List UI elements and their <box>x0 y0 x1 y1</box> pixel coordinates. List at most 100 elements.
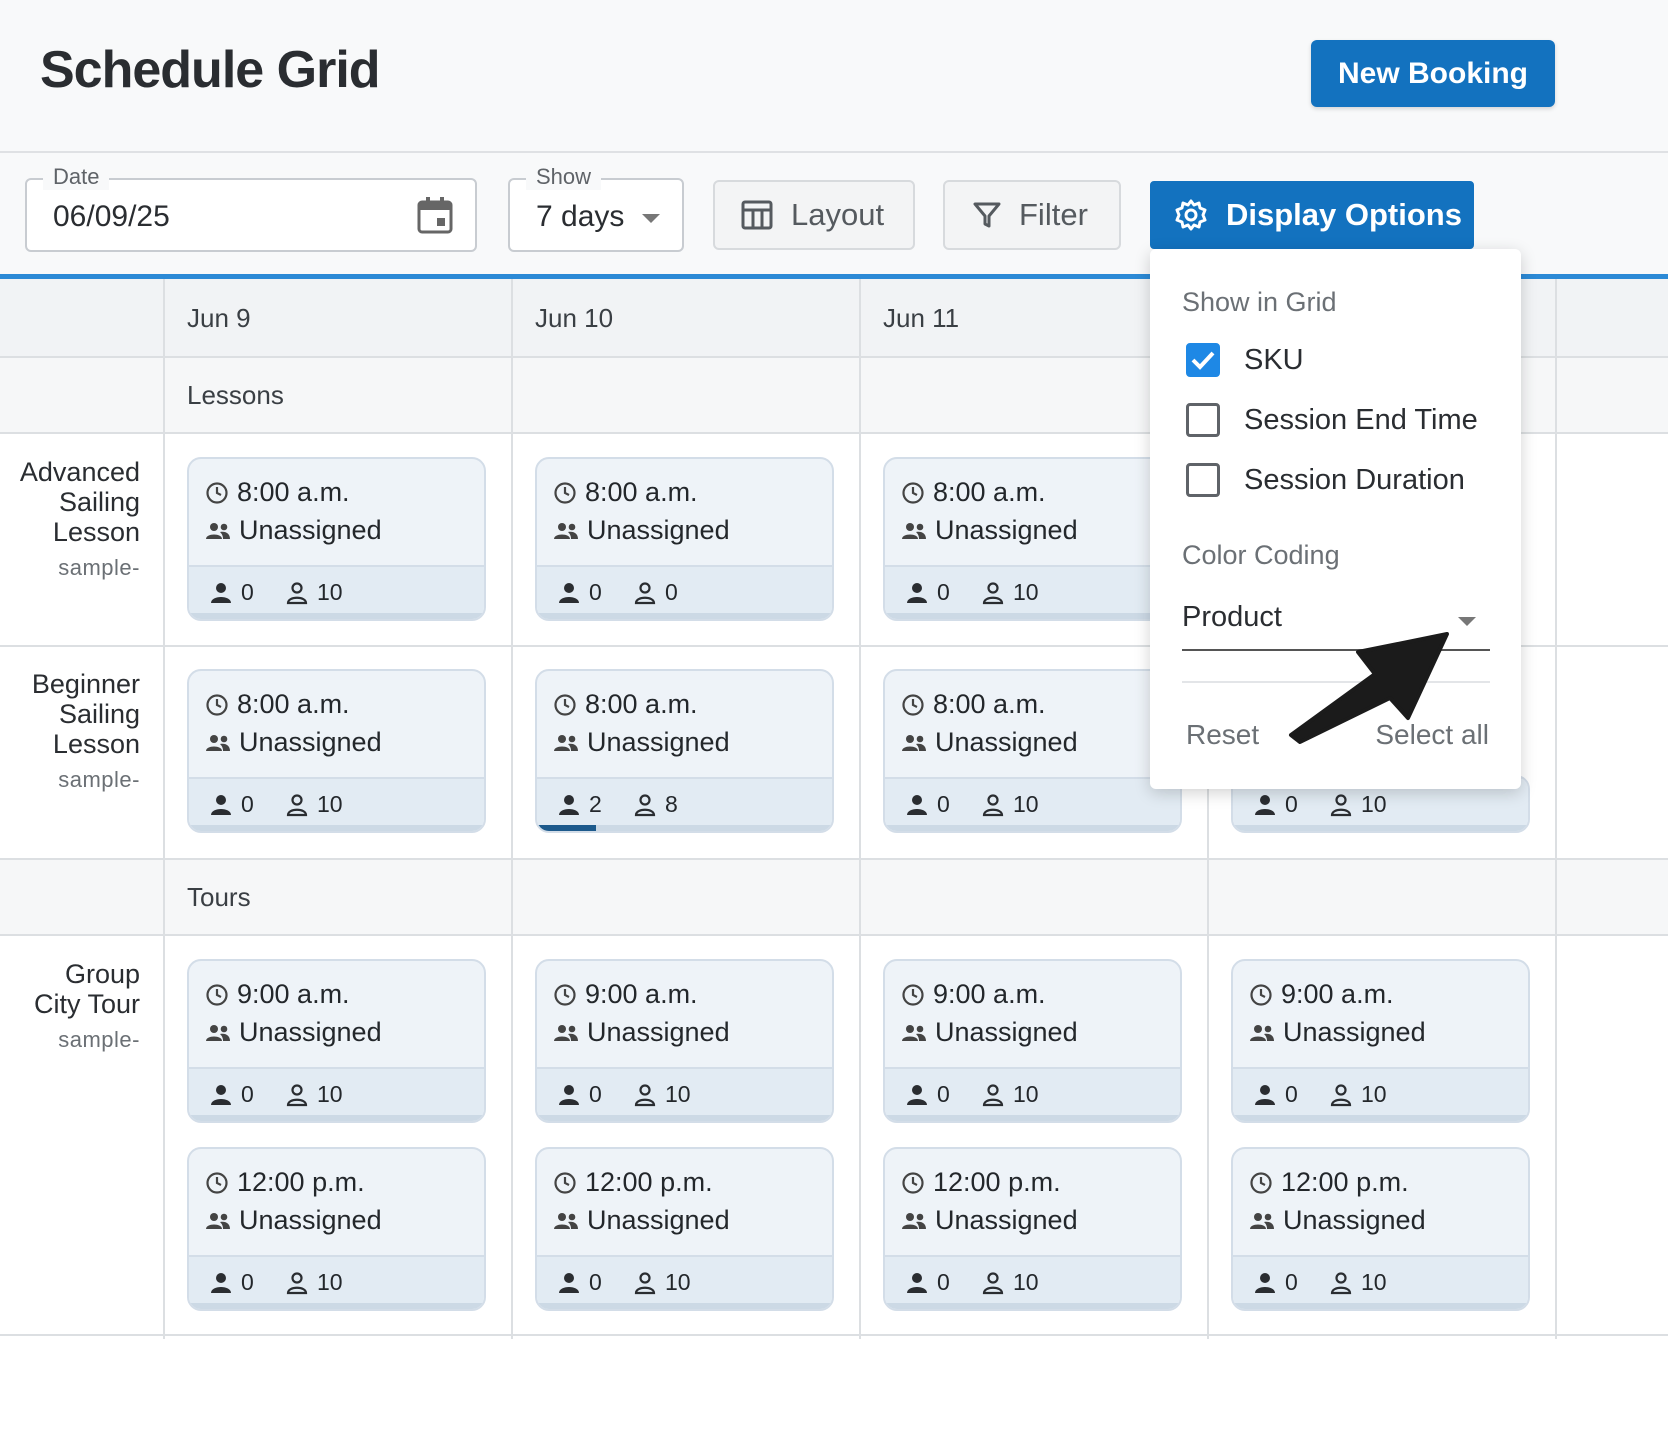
filter-button[interactable]: Filter <box>943 180 1121 250</box>
color-coding-value: Product <box>1182 601 1282 633</box>
session-time: 8:00 a.m. <box>553 689 698 720</box>
row-label-advanced-sailing-lesson[interactable]: Advanced Sailing Lesson sample- <box>0 457 140 581</box>
option-label: Session Duration <box>1244 463 1465 496</box>
session-time-text: 8:00 a.m. <box>237 477 350 507</box>
people-icon <box>554 522 578 539</box>
session-card[interactable]: 9:00 a.m. Unassigned 0 10 <box>187 959 486 1123</box>
session-card[interactable]: 8:00 a.m. Unassigned 0 10 <box>883 669 1182 833</box>
session-status-text: Unassigned <box>239 1205 382 1235</box>
grid-divider <box>1555 279 1557 1339</box>
people-icon <box>1250 1024 1274 1041</box>
row-name: Beginner Sailing Lesson <box>0 669 140 759</box>
session-card[interactable]: 12:00 p.m. Unassigned 0 10 <box>1231 1147 1530 1311</box>
available-count: 10 <box>981 1081 1039 1108</box>
session-status: Unassigned <box>205 727 382 758</box>
row-name-line: Sailing <box>58 487 140 517</box>
row-label-beginner-sailing-lesson[interactable]: Beginner Sailing Lesson sample- <box>0 669 140 793</box>
booked-count: 0 <box>557 1081 602 1108</box>
available-count: 10 <box>285 1081 343 1108</box>
available-count: 10 <box>633 1081 691 1108</box>
session-status: Unassigned <box>901 1205 1078 1236</box>
person-filled-icon <box>559 1272 579 1293</box>
available-count: 10 <box>981 791 1039 818</box>
booked-count: 0 <box>905 1081 950 1108</box>
people-icon <box>554 1024 578 1041</box>
show-days-select[interactable]: Show 7 days <box>508 164 684 252</box>
session-time: 9:00 a.m. <box>901 979 1046 1010</box>
session-status-text: Unassigned <box>587 727 730 757</box>
session-status: Unassigned <box>205 1205 382 1236</box>
session-card[interactable]: 8:00 a.m. Unassigned 0 10 <box>187 669 486 833</box>
group-label: Lessons <box>187 380 284 410</box>
person-outline-icon <box>286 793 308 816</box>
checkbox-checked[interactable] <box>1186 343 1220 377</box>
session-status: Unassigned <box>553 727 730 758</box>
person-outline-icon <box>982 793 1004 816</box>
person-filled-icon <box>907 794 927 815</box>
calendar-icon[interactable] <box>417 196 453 239</box>
available-count: 10 <box>981 1269 1039 1296</box>
reset-button[interactable]: Reset <box>1186 719 1259 751</box>
session-status: Unassigned <box>901 515 1078 546</box>
row-name-line: Beginner <box>31 669 140 699</box>
capacity-bar <box>885 1115 1180 1121</box>
session-card[interactable]: 8:00 a.m. Unassigned 2 8 <box>535 669 834 833</box>
person-outline-icon <box>634 793 656 816</box>
session-time-text: 12:00 p.m. <box>1281 1167 1409 1197</box>
session-card[interactable]: 8:00 a.m. Unassigned 0 10 <box>883 457 1182 621</box>
booked-count-text: 2 <box>589 791 602 817</box>
option-sku[interactable]: SKU <box>1186 343 1304 377</box>
checkbox[interactable] <box>1186 403 1220 437</box>
session-card[interactable]: 8:00 a.m. Unassigned 0 0 <box>535 457 834 621</box>
capacity-bar <box>885 1303 1180 1309</box>
people-icon <box>902 1024 926 1041</box>
available-count-text: 10 <box>665 1081 691 1107</box>
color-coding-select[interactable]: Product <box>1182 601 1490 651</box>
session-time: 9:00 a.m. <box>205 979 350 1010</box>
people-icon <box>902 522 926 539</box>
session-card[interactable]: 12:00 p.m. Unassigned 0 10 <box>535 1147 834 1311</box>
session-card[interactable]: 9:00 a.m. Unassigned 0 10 <box>883 959 1182 1123</box>
person-filled-icon <box>559 794 579 815</box>
date-field-value[interactable]: 06/09/25 <box>53 200 170 234</box>
available-count-text: 0 <box>665 579 678 605</box>
row-name: Group City Tour <box>0 959 140 1019</box>
booked-count-text: 0 <box>937 791 950 817</box>
person-filled-icon <box>907 1272 927 1293</box>
person-outline-icon <box>634 1083 656 1106</box>
option-session-duration[interactable]: Session Duration <box>1186 463 1465 497</box>
booked-count-text: 0 <box>241 1269 254 1295</box>
select-all-button[interactable]: Select all <box>1375 719 1489 751</box>
checkbox[interactable] <box>1186 463 1220 497</box>
person-filled-icon <box>1255 1084 1275 1105</box>
row-label-group-city-tour[interactable]: Group City Tour sample- <box>0 959 140 1053</box>
option-session-end-time[interactable]: Session End Time <box>1186 403 1478 437</box>
booked-count: 0 <box>209 579 254 606</box>
grid-divider <box>0 858 1668 860</box>
session-status-text: Unassigned <box>239 727 382 757</box>
layout-button[interactable]: Layout <box>713 180 915 250</box>
session-card[interactable]: 9:00 a.m. Unassigned 0 10 <box>1231 959 1530 1123</box>
layout-button-label: Layout <box>791 197 885 232</box>
session-card[interactable]: 9:00 a.m. Unassigned 0 10 <box>535 959 834 1123</box>
capacity-bar <box>1233 1115 1528 1121</box>
new-booking-button[interactable]: New Booking <box>1311 40 1555 107</box>
session-card[interactable]: 12:00 p.m. Unassigned 0 10 <box>883 1147 1182 1311</box>
capacity-bar <box>537 825 832 831</box>
date-field[interactable]: Date 06/09/25 <box>25 164 477 252</box>
session-card[interactable]: 12:00 p.m. Unassigned 0 10 <box>187 1147 486 1311</box>
page-title: Schedule Grid <box>40 41 381 99</box>
clock-icon <box>1250 983 1272 1006</box>
booked-count: 0 <box>209 791 254 818</box>
clock-icon <box>206 983 228 1006</box>
show-select-value: 7 days <box>536 200 625 233</box>
available-count-text: 10 <box>1013 579 1039 605</box>
person-filled-icon <box>907 582 927 603</box>
session-card[interactable]: 8:00 a.m. Unassigned 0 10 <box>187 457 486 621</box>
session-time-text: 12:00 p.m. <box>585 1167 713 1197</box>
person-filled-icon <box>907 1084 927 1105</box>
session-time: 8:00 a.m. <box>205 689 350 720</box>
available-count-text: 10 <box>1361 1269 1387 1295</box>
date-column-header: Jun 11 <box>883 303 960 333</box>
display-options-button[interactable]: Display Options <box>1150 181 1474 249</box>
